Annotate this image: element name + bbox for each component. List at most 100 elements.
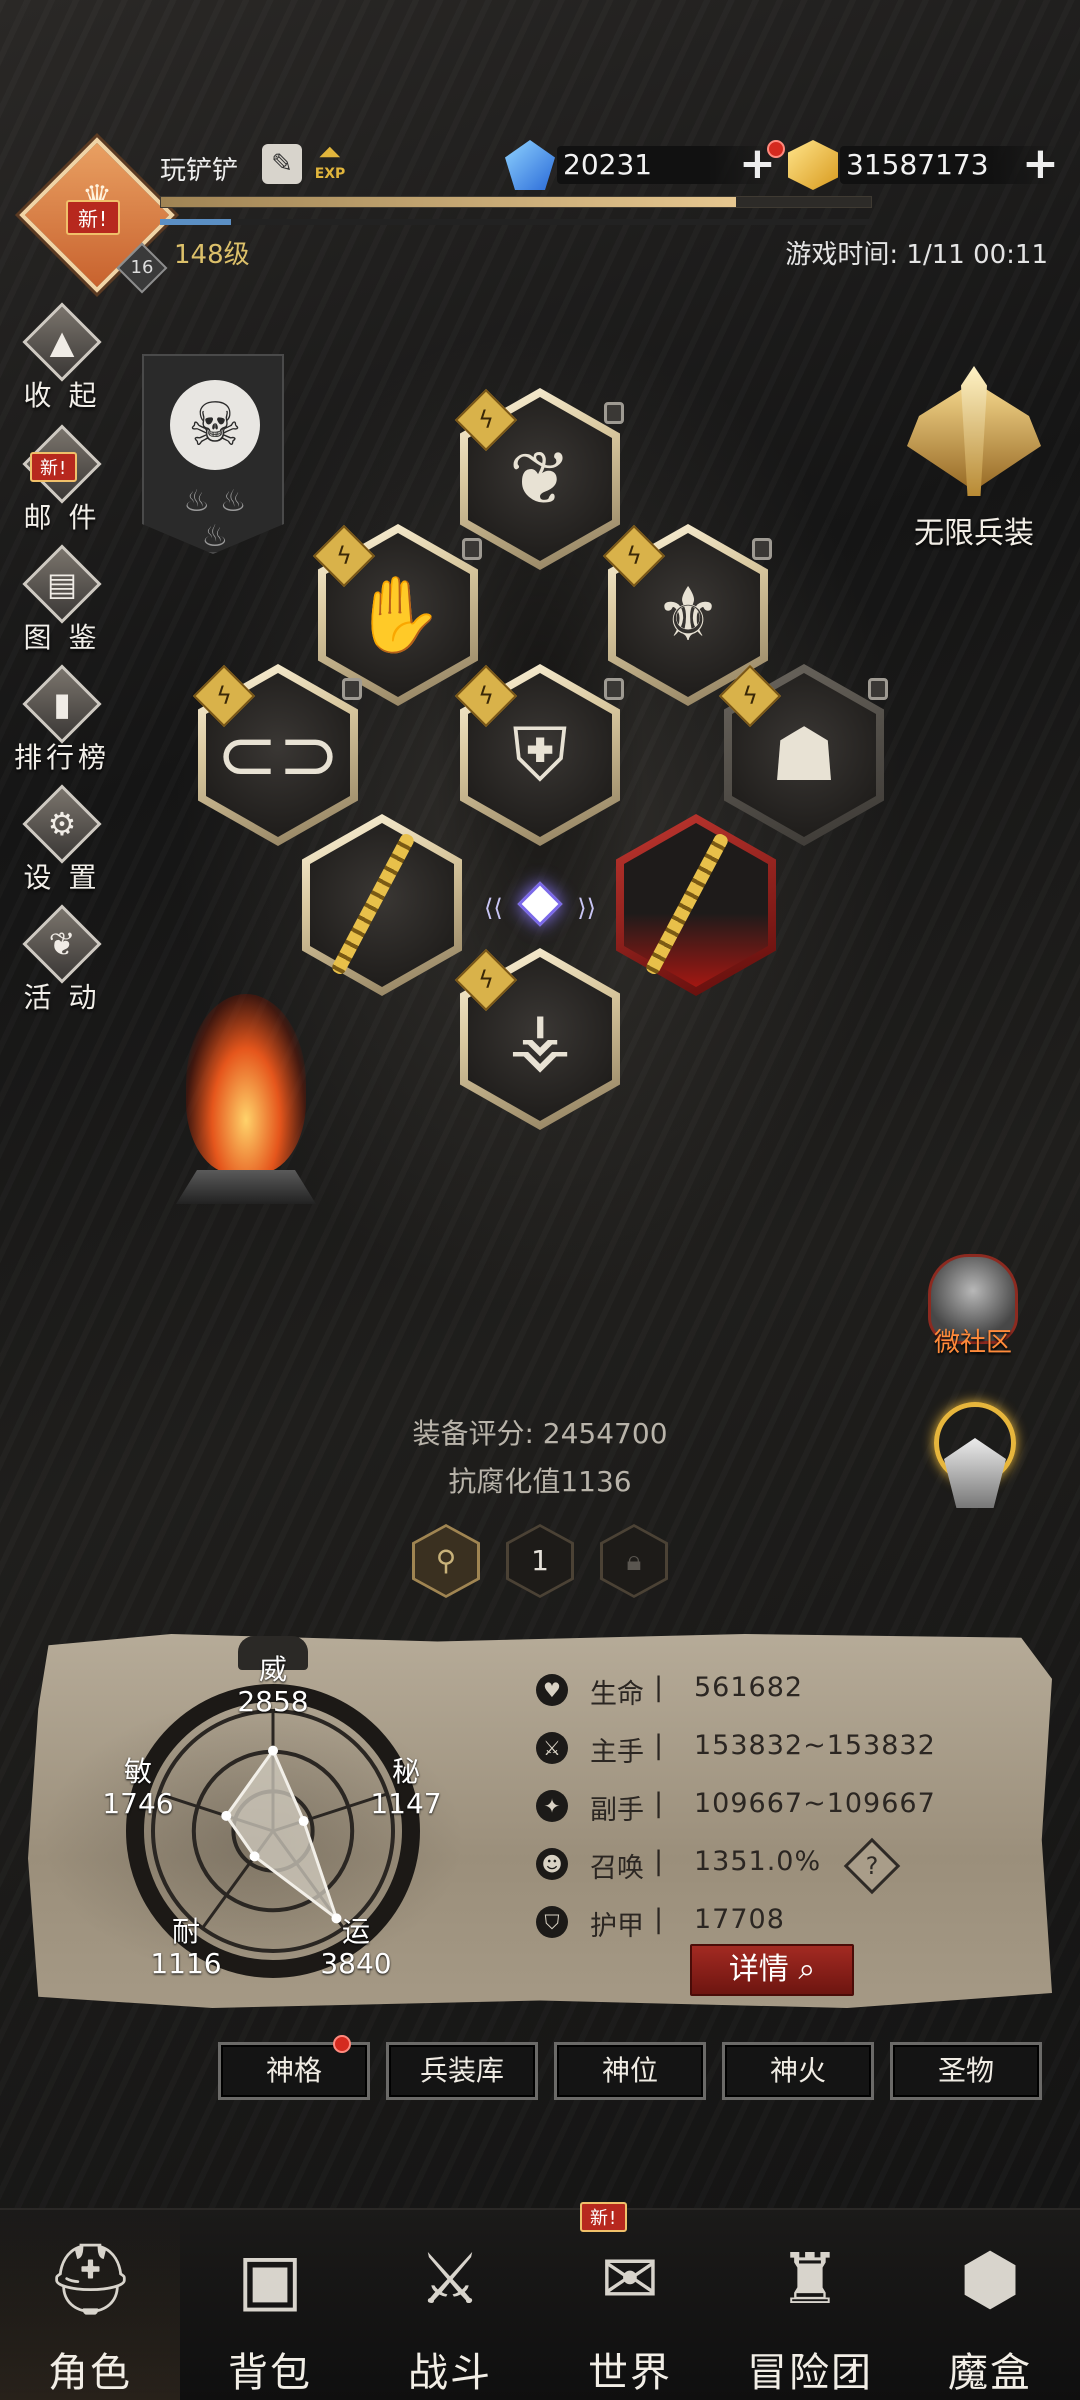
stat-separator: | — [654, 1846, 664, 1877]
summon-help-button[interactable]: ? — [843, 1837, 901, 1895]
attr-label-yun: 运 3840 — [320, 1915, 392, 1980]
nav-label: 冒险团 — [747, 2350, 873, 2396]
scroll-map-icon: ✉ — [600, 2238, 660, 2320]
nav-label: 战斗 — [408, 2350, 492, 2396]
exp-bar — [160, 196, 872, 208]
nav-magic-box[interactable]: ⬢ 魔盒 — [900, 2210, 1080, 2400]
tab-label: 神火 — [769, 2054, 826, 2087]
equip-slot-scarf[interactable]: ❦ ϟ — [454, 388, 624, 570]
equip-slot-main-weapon[interactable] — [302, 814, 462, 996]
gear-icon: ⚙ — [47, 805, 77, 843]
equip-slot-off-weapon[interactable] — [616, 814, 776, 996]
loadout-location-button[interactable]: ⚲ — [412, 1524, 480, 1598]
offhand-icon: ✦ — [536, 1790, 568, 1822]
tab-label: 圣物 — [937, 2054, 994, 2087]
edit-name-button[interactable]: ✎ — [262, 144, 302, 184]
stat-name: 副手 — [590, 1795, 644, 1826]
tab-armory[interactable]: 兵装库 — [386, 2042, 538, 2100]
side-settings-button[interactable]: ⚙ 设 置 — [12, 784, 112, 896]
stat-name: 护甲 — [590, 1911, 644, 1942]
stat-value: 109667~109667 — [694, 1788, 936, 1819]
stat-list: ♥ 生命 | 561682 ⚔ 主手 | 153832~153832 ✦ 副手 … — [536, 1664, 1036, 1954]
collapse-icon: ▲ — [49, 323, 75, 361]
arrow-right-icon: ⟩⟩ — [577, 894, 596, 922]
tab-divinity[interactable]: 神格 — [218, 2035, 370, 2100]
community-button[interactable]: 微社区 — [908, 1254, 1038, 1359]
player-avatar[interactable]: ♛ 新! 16 — [19, 137, 175, 294]
weapon-swap-button[interactable]: ⟨⟨ ⟩⟩ — [484, 881, 596, 928]
stat-name: 召唤 — [590, 1853, 644, 1884]
equip-slot-boots[interactable]: ⚶ ϟ — [454, 948, 620, 1130]
stat-value: 561682 — [694, 1672, 804, 1703]
side-leaderboard-button[interactable]: ▮ 排行榜 — [12, 664, 112, 776]
exp-icon[interactable]: ⏶ EXP — [310, 140, 350, 184]
details-label: 详情 — [728, 1952, 789, 1987]
lock-icon: 🔒︎ — [626, 1544, 642, 1577]
side-codex-button[interactable]: ▤ 图 鉴 — [12, 544, 112, 656]
summon-icon: ☻ — [536, 1848, 568, 1880]
nav-world[interactable]: ✉ 新! 世界 — [540, 2202, 720, 2400]
infinite-gear-button[interactable]: 无限兵装 — [884, 356, 1064, 552]
attr-label-min: 敏 1746 — [102, 1755, 174, 1820]
location-pin-icon: ⚲ — [435, 1544, 457, 1577]
loadout-pages: ⚲ 1 🔒︎ — [412, 1524, 668, 1598]
leaderboard-icon: ▮ — [53, 685, 71, 723]
attr-label-wei: 威 2858 — [237, 1653, 309, 1718]
game-time: 游戏时间: 1/11 00:11 — [785, 240, 1048, 270]
helmet-icon: ⛑ — [46, 2238, 135, 2320]
tab-relics[interactable]: 圣物 — [890, 2042, 1042, 2100]
nav-character[interactable]: ⛑ 角色 — [0, 2210, 180, 2400]
lock-icon — [342, 678, 362, 700]
stat-value: 1351.0% — [694, 1846, 822, 1877]
nav-adventure-team[interactable]: ♜ 冒险团 — [720, 2210, 900, 2400]
sub-tab-row: 神格 兵装库 神位 神火 圣物 — [218, 2035, 1046, 2102]
stat-row-hp: ♥ 生命 | 561682 — [536, 1664, 1036, 1722]
radar-value-polygon — [224, 1747, 340, 1923]
diamond-notification-dot — [767, 140, 785, 158]
equip-slot-armor[interactable]: ⛨ ϟ — [454, 664, 624, 846]
stat-name: 生命 — [590, 1679, 644, 1710]
tab-notification-dot — [333, 2035, 351, 2053]
stat-separator: | — [654, 1672, 664, 1703]
side-events-button[interactable]: ❦ 活 动 — [12, 904, 112, 1016]
attr-label-nai: 耐 1116 — [150, 1915, 222, 1980]
flame-icon — [186, 994, 306, 1174]
guild-banner[interactable]: ☠ ♨ ♨ ♨ — [142, 354, 284, 554]
nav-battle[interactable]: ⚔ 战斗 — [360, 2210, 540, 2400]
loadout-page-1[interactable]: 1 — [506, 1524, 574, 1598]
lock-icon — [604, 678, 624, 700]
attr-label-mi: 秘 1147 — [370, 1755, 442, 1820]
radar-point-3 — [249, 1851, 260, 1862]
nav-label: 世界 — [588, 2350, 672, 2396]
tab-divine-fire[interactable]: 神火 — [722, 2042, 874, 2100]
lock-icon — [604, 402, 624, 424]
fire-brazier[interactable] — [168, 994, 328, 1214]
tab-label: 神位 — [601, 2054, 658, 2087]
tab-god-seat[interactable]: 神位 — [554, 2042, 706, 2100]
stat-separator: | — [654, 1904, 664, 1935]
equipment-score: 装备评分: 2454700 — [412, 1417, 668, 1450]
community-label: 微社区 — [933, 1328, 1012, 1358]
side-mail-button[interactable]: ✉ 新! 邮 件 — [12, 424, 112, 536]
stat-separator: | — [654, 1788, 664, 1819]
stat-row-off-hand: ✦ 副手 | 109667~109667 — [536, 1780, 1036, 1838]
side-collapse-button[interactable]: ▲ 收 起 — [12, 302, 112, 414]
loadout-locked-slot[interactable]: 🔒︎ — [600, 1524, 668, 1598]
add-gold-button[interactable]: + — [1022, 142, 1059, 186]
heart-icon: ♥ — [536, 1674, 568, 1706]
world-new-badge: 新! — [580, 2202, 628, 2232]
nav-label: 背包 — [228, 2350, 312, 2396]
corruption-resist: 抗腐化值1136 — [448, 1465, 632, 1498]
backpack-icon: ▣ — [236, 2238, 304, 2320]
radar-point-0 — [268, 1745, 278, 1756]
armor-icon: ⛉ — [536, 1906, 568, 1938]
tab-label: 神格 — [265, 2054, 322, 2087]
sword-icon: ⚔ — [536, 1732, 568, 1764]
lock-icon — [462, 538, 482, 560]
nav-backpack[interactable]: ▣ 背包 — [180, 2210, 360, 2400]
infinite-gear-label: 无限兵装 — [914, 516, 1034, 551]
bottom-navigation: ⛑ 角色 ▣ 背包 ⚔ 战斗 ✉ 新! 世界 ♜ 冒险团 ⬢ 魔盒 — [0, 2202, 1080, 2400]
stat-value: 153832~153832 — [694, 1730, 936, 1761]
stat-separator: | — [654, 1730, 664, 1761]
details-button[interactable]: 详情 ⌕ — [690, 1944, 854, 1996]
